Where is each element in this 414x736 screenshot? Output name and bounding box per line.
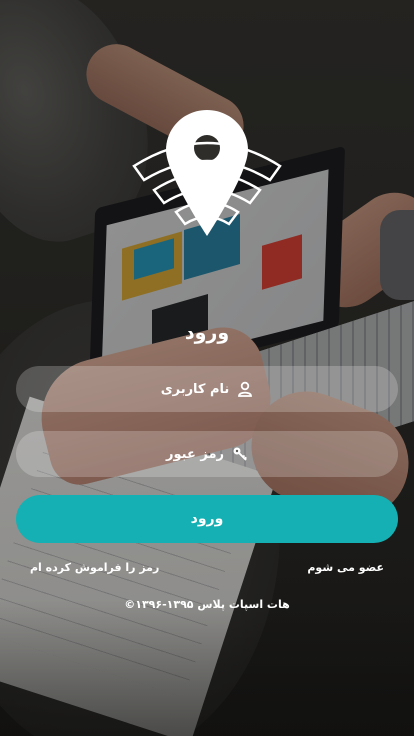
username-field[interactable]: نام کاربری xyxy=(16,366,398,412)
forgot-password-link[interactable]: رمز را فراموش کرده ام xyxy=(30,561,159,574)
location-pin-wifi-icon xyxy=(132,108,282,244)
key-icon xyxy=(232,446,248,462)
login-screen: ورود نام کاربری رمز عبور ورود رمز را فرا… xyxy=(0,0,414,736)
username-placeholder: نام کاربری xyxy=(160,381,230,397)
copyright-text: ©۱۳۹۶-۱۳۹۵ هات اسپات پلاس xyxy=(124,598,290,611)
register-link[interactable]: عضو می شوم xyxy=(307,561,384,574)
user-icon xyxy=(237,381,253,397)
password-placeholder: رمز عبور xyxy=(166,446,224,462)
login-button[interactable]: ورود xyxy=(16,495,398,543)
password-field[interactable]: رمز عبور xyxy=(16,431,398,477)
login-title: ورود xyxy=(184,322,230,344)
